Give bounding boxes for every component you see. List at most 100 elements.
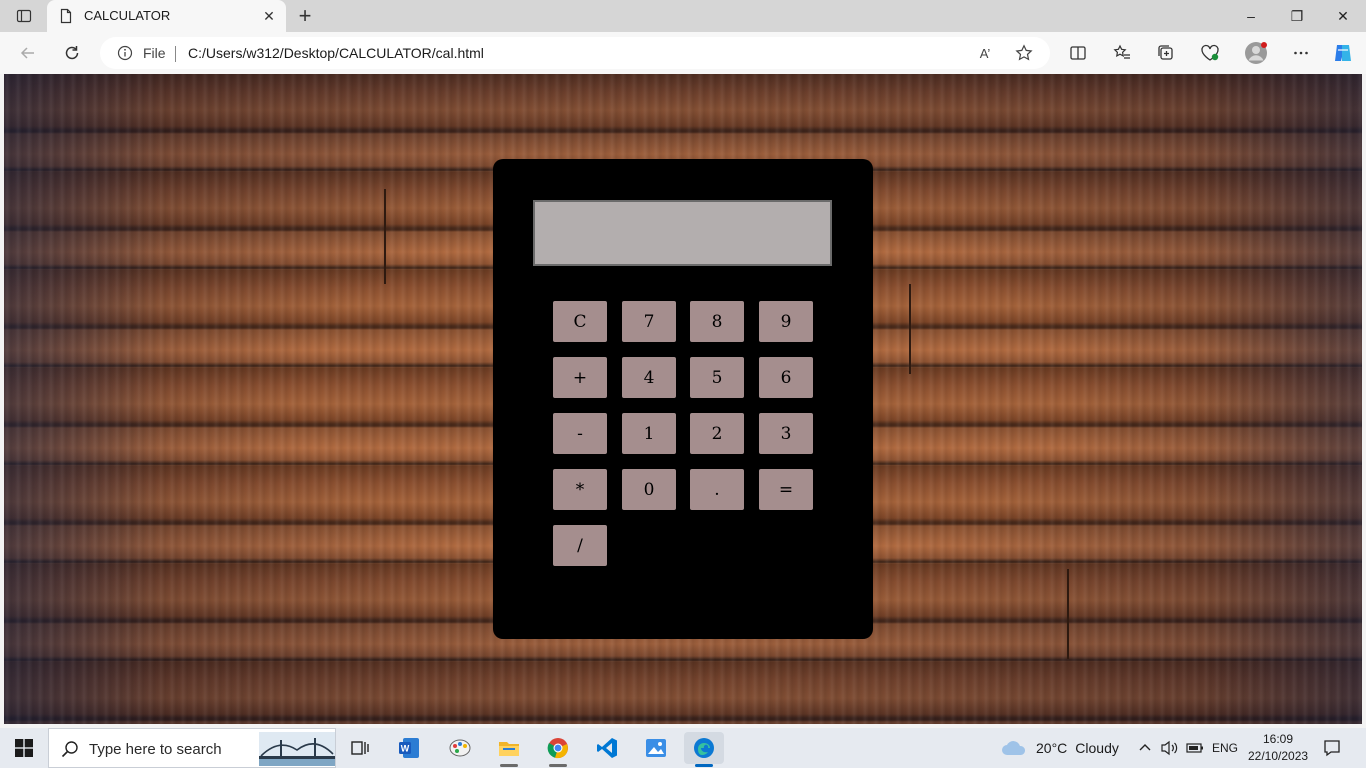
calculator: C 7 8 9 + 4 5 6 - 1 2 3 * 0 . = / <box>493 159 873 639</box>
paint-palette-icon <box>449 739 471 757</box>
svg-text:W: W <box>401 744 410 754</box>
restore-button[interactable]: ❐ <box>1274 0 1320 32</box>
avatar <box>1245 42 1267 64</box>
url-text[interactable]: C:/Users/w312/Desktop/CALCULATOR/cal.htm… <box>188 45 484 61</box>
active-indicator <box>695 764 713 767</box>
scheme-label: File <box>143 45 166 61</box>
page-icon <box>60 8 72 24</box>
digit-1-button[interactable]: 1 <box>622 413 676 454</box>
taskbar-search[interactable]: Type here to search <box>48 728 336 768</box>
photos-icon <box>646 739 666 757</box>
notifications-button[interactable] <box>1323 728 1341 768</box>
copilot-icon <box>1335 45 1351 61</box>
profile-button[interactable] <box>1242 40 1270 66</box>
digit-2-button[interactable]: 2 <box>690 413 744 454</box>
tab-close-icon[interactable]: ✕ <box>261 8 277 24</box>
battery-button[interactable] <box>1186 728 1204 768</box>
task-view-button[interactable] <box>340 732 380 764</box>
speaker-icon <box>1161 740 1178 756</box>
digit-5-button[interactable]: 5 <box>690 357 744 398</box>
digit-3-button[interactable]: 3 <box>759 413 813 454</box>
chrome-icon <box>547 738 568 759</box>
page-viewport: C 7 8 9 + 4 5 6 - 1 2 3 * 0 . = / <box>4 74 1362 724</box>
copilot-button[interactable] <box>1329 40 1357 66</box>
folder-icon <box>499 742 519 756</box>
info-icon[interactable] <box>117 45 133 61</box>
address-bar[interactable]: File C:/Users/w312/Desktop/CALCULATOR/ca… <box>100 37 1050 69</box>
back-button[interactable] <box>14 40 42 66</box>
start-button[interactable] <box>0 728 48 768</box>
vscode-app-button[interactable] <box>587 732 627 764</box>
collections-icon <box>1158 45 1173 60</box>
file-explorer-button[interactable] <box>489 732 529 767</box>
language-indicator[interactable]: ENG <box>1212 728 1238 768</box>
collections-button[interactable] <box>1152 40 1180 66</box>
windows-logo-icon <box>15 739 33 757</box>
word-icon: W <box>399 738 419 758</box>
back-arrow-icon <box>20 47 34 59</box>
chrome-app-button[interactable] <box>538 732 578 767</box>
paint-app-button[interactable] <box>440 732 480 764</box>
digit-4-button[interactable]: 4 <box>622 357 676 398</box>
minimize-button[interactable]: – <box>1228 0 1274 32</box>
more-dots-icon <box>1294 51 1308 55</box>
running-indicator <box>500 764 518 767</box>
subtract-button[interactable]: - <box>553 413 607 454</box>
favorite-star-icon[interactable] <box>1014 43 1034 63</box>
multiply-button[interactable]: * <box>553 469 607 510</box>
edge-app-button[interactable] <box>684 732 724 767</box>
plank-seam <box>384 189 386 284</box>
split-screen-button[interactable] <box>1064 40 1092 66</box>
favorites-list-icon <box>1113 44 1130 59</box>
digit-7-button[interactable]: 7 <box>622 301 676 342</box>
read-aloud-icon[interactable]: A’ <box>975 43 995 63</box>
settings-more-button[interactable] <box>1287 40 1315 66</box>
chevron-up-icon <box>1139 744 1151 751</box>
search-icon <box>61 741 78 758</box>
browser-tab[interactable]: CALCULATOR ✕ <box>47 0 286 32</box>
split-screen-icon <box>1070 46 1086 60</box>
word-app-button[interactable]: W <box>389 732 429 764</box>
weather-widget[interactable]: 20°C Cloudy <box>1000 728 1119 768</box>
refresh-icon <box>65 46 79 60</box>
battery-icon <box>1186 743 1203 753</box>
photos-app-button[interactable] <box>636 732 676 764</box>
clear-button[interactable]: C <box>553 301 607 342</box>
tab-actions-button[interactable] <box>8 4 40 28</box>
taskbar: Type here to search W 20°C Cloudy ENG 16… <box>0 728 1366 768</box>
favorites-button[interactable] <box>1108 40 1136 66</box>
show-hidden-icons-button[interactable] <box>1138 728 1152 768</box>
digit-8-button[interactable]: 8 <box>690 301 744 342</box>
clock-date: 22/10/2023 <box>1248 749 1309 763</box>
edge-icon <box>694 738 714 758</box>
digit-9-button[interactable]: 9 <box>759 301 813 342</box>
address-separator <box>175 46 176 62</box>
decimal-button[interactable]: . <box>690 469 744 510</box>
refresh-button[interactable] <box>58 40 86 66</box>
equals-button[interactable]: = <box>759 469 813 510</box>
search-placeholder: Type here to search <box>89 741 222 758</box>
vscode-icon <box>597 738 617 758</box>
notification-icon <box>1324 740 1340 757</box>
new-tab-button[interactable]: + <box>292 3 318 28</box>
heart-pulse-icon <box>1201 44 1219 61</box>
close-window-button[interactable]: ✕ <box>1320 0 1366 32</box>
tab-actions-icon <box>16 9 32 23</box>
bridge-illustration <box>259 732 335 766</box>
volume-button[interactable] <box>1160 728 1180 768</box>
calculator-display <box>533 200 832 266</box>
digit-6-button[interactable]: 6 <box>759 357 813 398</box>
clock[interactable]: 16:09 22/10/2023 <box>1248 731 1308 765</box>
divide-button[interactable]: / <box>553 525 607 566</box>
digit-0-button[interactable]: 0 <box>622 469 676 510</box>
weather-condition: Cloudy <box>1075 740 1119 756</box>
task-view-icon <box>351 741 369 755</box>
plank-seam <box>1067 569 1069 659</box>
tab-strip: CALCULATOR ✕ + – ❐ ✕ <box>0 0 1366 32</box>
cloud-icon <box>1002 741 1026 755</box>
browser-essentials-button[interactable] <box>1196 40 1224 66</box>
tab-title: CALCULATOR <box>84 8 171 23</box>
running-indicator <box>549 764 567 767</box>
add-button[interactable]: + <box>553 357 607 398</box>
clock-time: 16:09 <box>1262 732 1294 746</box>
